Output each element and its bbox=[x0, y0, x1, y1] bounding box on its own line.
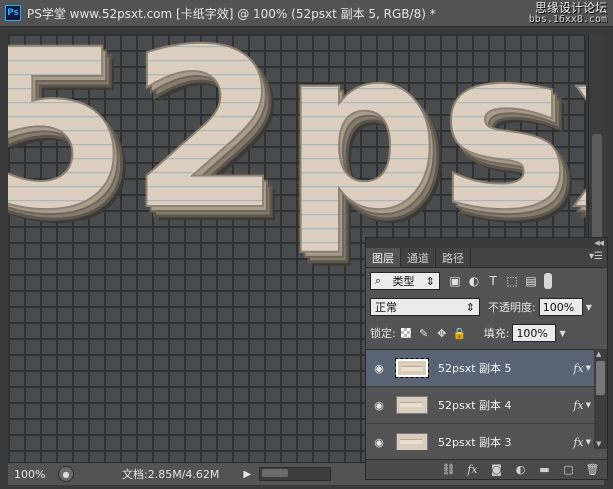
layer-effects-icon[interactable]: fx bbox=[573, 399, 583, 412]
scroll-thumb[interactable] bbox=[262, 469, 289, 477]
panel-header: ◀◀ bbox=[366, 238, 607, 248]
blend-mode-value: 正常 bbox=[375, 301, 397, 314]
artwork-face-text: 52psxt bbox=[8, 34, 586, 258]
lock-row: 锁定: ✎ ✥ 🔒 填充: 100% ▼ bbox=[366, 320, 607, 346]
layer-name[interactable]: 52psxt 副本 3 bbox=[438, 434, 573, 450]
tab-channels[interactable]: 通道 bbox=[401, 248, 436, 267]
zoom-level[interactable]: 100% bbox=[8, 468, 54, 481]
layers-scrollbar[interactable]: ▲ ▼ bbox=[594, 349, 607, 449]
lock-pixels-brush-icon[interactable]: ✎ bbox=[418, 327, 430, 340]
watermark-site-name: 思缘设计论坛 bbox=[534, 1, 607, 15]
layer-name[interactable]: 52psxt 副本 4 bbox=[438, 397, 573, 413]
scroll-thumb[interactable] bbox=[596, 361, 605, 395]
new-adjustment-layer-icon[interactable]: ◐ bbox=[514, 463, 527, 476]
layers-list: ◉ 52psxt 副本 5 fx ▼ ◉ 52psxt 副本 4 fx ▼ ◉ … bbox=[366, 349, 595, 450]
fill-label: 填充: bbox=[483, 327, 510, 340]
layer-effects-icon[interactable]: fx bbox=[573, 362, 583, 375]
canvas-horizontal-scrollbar[interactable] bbox=[259, 467, 332, 481]
layer-row[interactable]: ◉ 52psxt 副本 4 fx ▼ bbox=[366, 387, 595, 424]
new-group-folder-icon[interactable]: ▬ bbox=[538, 463, 551, 476]
delete-layer-trash-icon[interactable]: 🗑 bbox=[586, 463, 600, 476]
layer-name[interactable]: 52psxt 副本 5 bbox=[438, 360, 573, 376]
tab-paths[interactable]: 路径 bbox=[436, 248, 471, 267]
image-filter-icon[interactable]: ▣ bbox=[448, 274, 462, 288]
visibility-eye-icon[interactable]: ◉ bbox=[366, 436, 392, 449]
collapse-icon[interactable]: ◀◀ bbox=[594, 239, 604, 247]
smart-object-filter-icon[interactable]: ▤ bbox=[524, 274, 538, 288]
chevron-updown-icon: ⇕ bbox=[425, 274, 435, 288]
opacity-field[interactable]: 100% bbox=[538, 298, 583, 316]
tab-layers[interactable]: 图层 bbox=[366, 248, 401, 267]
link-layers-icon[interactable]: ⛓ bbox=[442, 463, 456, 476]
photoshop-logo-icon: Ps bbox=[5, 5, 21, 21]
visibility-eye-icon[interactable]: ◉ bbox=[366, 362, 392, 375]
document-profile-icon[interactable]: ● bbox=[58, 466, 74, 482]
panel-tabs: 图层 通道 路径 ▾☰ bbox=[366, 248, 607, 268]
lock-transparency-icon[interactable] bbox=[400, 327, 412, 339]
filter-icons: ▣ ◐ T ⬚ ▤ bbox=[448, 274, 538, 288]
layers-bottom-toolbar: ⛓ fx ◙ ◐ ▬ ▢ 🗑 bbox=[366, 459, 607, 479]
watermark-url: bbs.16xx8.com bbox=[528, 14, 607, 25]
filter-row: ⌕ 类型 ⇕ ▣ ◐ T ⬚ ▤ bbox=[366, 268, 607, 294]
lock-position-move-icon[interactable]: ✥ bbox=[436, 327, 448, 340]
new-layer-icon[interactable]: ▢ bbox=[562, 463, 575, 476]
watermark: 思缘设计论坛 bbs.16xx8.com bbox=[529, 2, 607, 26]
layer-effects-icon[interactable]: fx bbox=[573, 436, 583, 449]
visibility-eye-icon[interactable]: ◉ bbox=[366, 399, 392, 412]
document-tab-title[interactable]: PS学堂 www.52psxt.com [卡纸字效] @ 100% (52psx… bbox=[27, 5, 436, 22]
filter-toggle[interactable] bbox=[544, 273, 552, 289]
fill-slider-arrow-icon[interactable]: ▼ bbox=[559, 329, 565, 338]
shape-filter-icon[interactable]: ⬚ bbox=[505, 274, 519, 288]
layer-thumbnail[interactable] bbox=[395, 358, 429, 378]
layer-thumbnail[interactable] bbox=[396, 396, 428, 414]
filter-kind-dropdown[interactable]: ⌕ 类型 ⇕ bbox=[370, 272, 440, 290]
blend-mode-dropdown[interactable]: 正常 ⇕ bbox=[370, 298, 480, 316]
effects-expand-icon[interactable]: ▼ bbox=[586, 401, 591, 409]
chevron-updown-icon: ⇕ bbox=[465, 300, 475, 314]
search-icon: ⌕ bbox=[375, 274, 382, 287]
opacity-slider-arrow-icon[interactable]: ▼ bbox=[586, 303, 592, 312]
adjustment-filter-icon[interactable]: ◐ bbox=[467, 274, 481, 288]
lock-label: 锁定: bbox=[370, 327, 396, 340]
scroll-down-icon[interactable]: ▼ bbox=[596, 440, 601, 448]
document-size: 文档:2.85M/4.62M bbox=[122, 468, 220, 481]
type-filter-icon[interactable]: T bbox=[486, 274, 500, 288]
effects-expand-icon[interactable]: ▼ bbox=[586, 364, 591, 372]
layer-thumbnail[interactable] bbox=[396, 433, 428, 450]
lock-icons: ✎ ✥ 🔒 bbox=[400, 327, 467, 340]
blend-row: 正常 ⇕ 不透明度: 100% ▼ bbox=[366, 294, 607, 320]
layer-row[interactable]: ◉ 52psxt 副本 3 fx ▼ bbox=[366, 424, 595, 450]
lock-all-icon[interactable]: 🔒 bbox=[453, 327, 467, 340]
effects-expand-icon[interactable]: ▼ bbox=[586, 438, 591, 446]
add-style-fx-icon[interactable]: fx bbox=[466, 463, 479, 476]
scroll-up-icon[interactable]: ▲ bbox=[596, 350, 601, 358]
layers-panel: ◀◀ 图层 通道 路径 ▾☰ ⌕ 类型 ⇕ ▣ ◐ T ⬚ ▤ 正常 ⇕ 不透明… bbox=[365, 237, 608, 480]
panel-menu-icon[interactable]: ▾☰ bbox=[589, 251, 603, 262]
layer-row[interactable]: ◉ 52psxt 副本 5 fx ▼ bbox=[366, 350, 595, 387]
title-bar: Ps PS学堂 www.52psxt.com [卡纸字效] @ 100% (52… bbox=[0, 0, 613, 27]
status-menu-arrow-icon[interactable]: ▶ bbox=[243, 469, 251, 480]
opacity-label: 不透明度: bbox=[488, 301, 536, 314]
filter-kind-label: 类型 bbox=[392, 275, 415, 288]
fill-field[interactable]: 100% bbox=[512, 324, 557, 342]
add-mask-icon[interactable]: ◙ bbox=[490, 463, 503, 476]
